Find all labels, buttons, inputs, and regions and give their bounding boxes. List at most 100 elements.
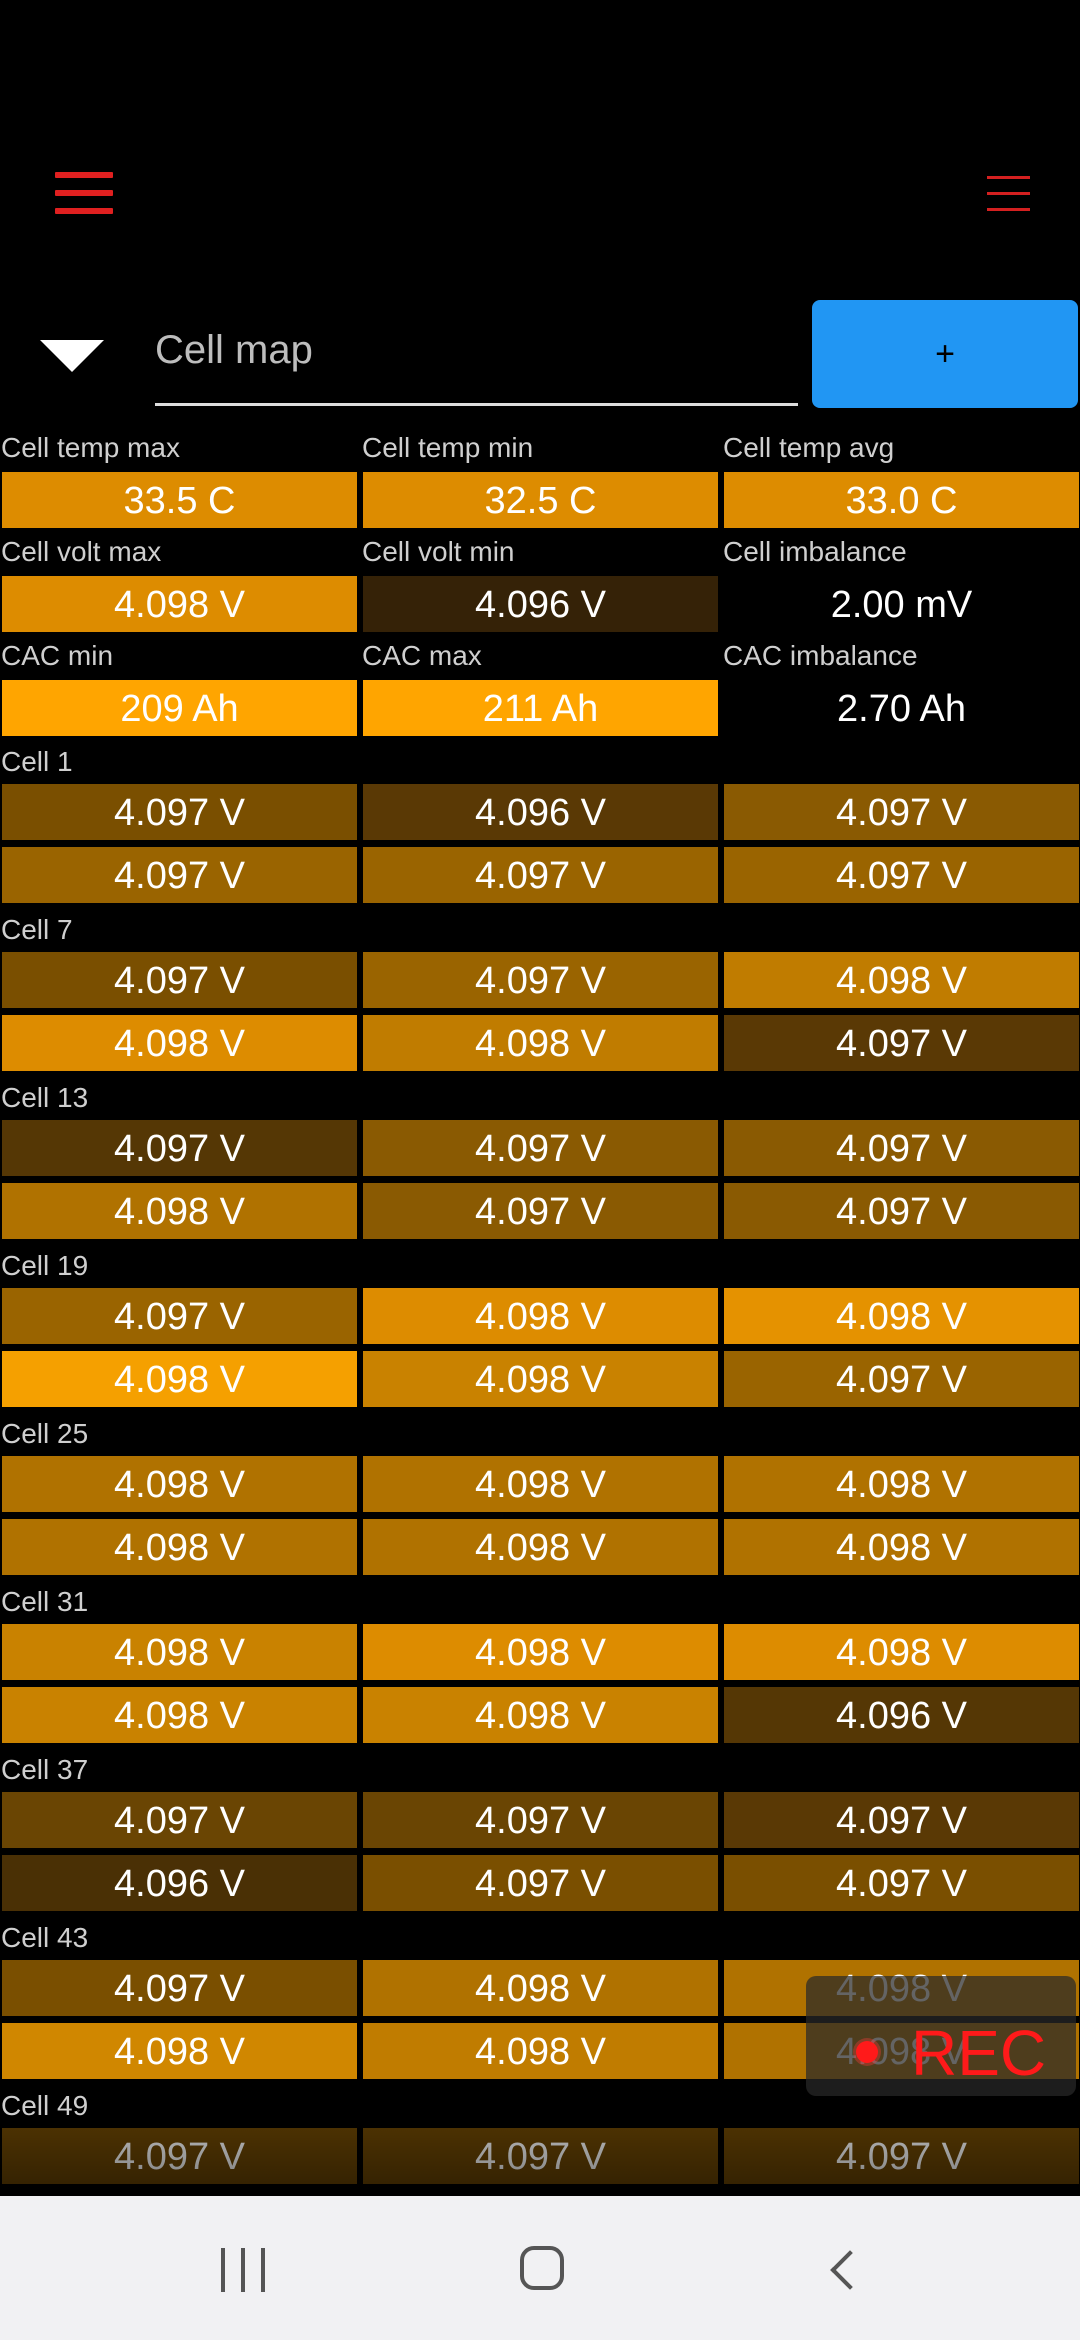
cell-group-label-text: Cell 13 [1, 1082, 89, 1113]
cell-voltage-row: 4.097 V 4.097 V 4.097 V [0, 1792, 1080, 1855]
cell-voltage: 4.098 V [724, 1519, 1079, 1575]
cell-voltage: 4.097 V [363, 1183, 718, 1239]
summary-value: 32.5 C [363, 472, 718, 528]
cell-voltage: 4.097 V [2, 2128, 357, 2184]
cell-voltage: 4.098 V [363, 1519, 718, 1575]
summary-label: CAC max [362, 640, 482, 671]
cell-group-label-text: Cell 19 [1, 1250, 89, 1281]
cell-voltage: 4.097 V [724, 1855, 1079, 1911]
cell-voltage: 4.097 V [363, 847, 718, 903]
summary-row: Cell temp max 33.5 C Cell temp min 32.5 C Ce… [0, 430, 1080, 534]
cell-map-grid: Cell temp max 33.5 C Cell temp min 32.5 C Ce… [0, 430, 1080, 2191]
cell-voltage: 4.097 V [724, 1120, 1079, 1176]
summary-label: Cell volt max [1, 536, 162, 567]
cell-voltage: 4.097 V [2, 1120, 357, 1176]
cell-map-input[interactable] [155, 310, 798, 390]
cell-voltage: 4.098 V [363, 1288, 718, 1344]
cell-voltage-row: 4.097 V 4.097 V 4.098 V [0, 952, 1080, 1015]
cell-group-label: Cell 13 [0, 1078, 1080, 1120]
cell-voltage: 4.098 V [724, 1456, 1079, 1512]
cell-voltage: 4.096 V [724, 1687, 1079, 1743]
cell-voltage: 4.098 V [724, 1624, 1079, 1680]
cell-group-label: Cell 31 [0, 1582, 1080, 1624]
summary-value: 33.0 C [724, 472, 1079, 528]
cell-map-field[interactable] [155, 300, 798, 406]
cell-group-label-text: Cell 25 [1, 1418, 89, 1449]
cell-voltage: 4.097 V [363, 1120, 718, 1176]
cell-voltage: 4.097 V [2, 784, 357, 840]
top-bar [0, 0, 1080, 290]
cell-voltage: 4.098 V [2, 1624, 357, 1680]
back-icon[interactable] [830, 2250, 870, 2290]
rec-badge[interactable]: REC [806, 1976, 1076, 2096]
overflow-menu-icon[interactable] [987, 176, 1030, 212]
system-nav-bar [0, 2196, 1080, 2340]
cell-group-label-text: Cell 1 [1, 746, 73, 777]
recent-apps-icon[interactable] [221, 2248, 267, 2292]
cell-group-label-text: Cell 31 [1, 1586, 89, 1617]
cell-voltage: 4.098 V [2, 1687, 357, 1743]
cell-voltage: 4.098 V [724, 952, 1079, 1008]
cell-voltage-row: 4.096 V 4.097 V 4.097 V [0, 1855, 1080, 1918]
cell-voltage: 4.098 V [363, 2023, 718, 2079]
summary-label: Cell temp max [1, 432, 180, 463]
cell-voltage: 4.097 V [2, 952, 357, 1008]
cell-group-label: Cell 43 [0, 1918, 1080, 1960]
cell-voltage: 4.097 V [2, 1792, 357, 1848]
summary-value: 33.5 C [2, 472, 357, 528]
cell-voltage-row: 4.097 V 4.097 V 4.097 V [0, 2128, 1080, 2191]
cell-voltage: 4.097 V [724, 1351, 1079, 1407]
cell-voltage-row: 4.098 V4.098 V4.098 V [0, 1519, 1080, 1582]
cell-voltage-row: 4.098 V 4.098 V 4.097 V [0, 1351, 1080, 1414]
cell-voltage: 4.097 V [724, 1183, 1079, 1239]
record-dot-icon [856, 2041, 878, 2063]
summary-label: Cell volt min [362, 536, 515, 567]
triangle-down-icon[interactable] [40, 340, 104, 372]
cell-voltage-row: 4.098 V4.098 V4.098 V [0, 1624, 1080, 1687]
cell-voltage: 4.097 V [724, 1792, 1079, 1848]
summary-value: 209 Ah [2, 680, 357, 736]
summary-value: 2.00 mV [724, 576, 1079, 632]
summary-label: Cell temp avg [723, 432, 895, 463]
cell-voltage: 4.097 V [363, 1855, 718, 1911]
cell-group-label-text: Cell 37 [1, 1754, 89, 1785]
cell-voltage-row: 4.097 V4.098 V4.098 V [0, 1288, 1080, 1351]
cell-voltage: 4.097 V [724, 1015, 1079, 1071]
cell-group-label-text: Cell 43 [1, 1922, 89, 1953]
cell-voltage: 4.097 V [2, 1960, 357, 2016]
cell-voltage: 4.097 V [724, 847, 1079, 903]
home-icon[interactable] [520, 2246, 564, 2290]
cell-voltage: 4.098 V [363, 1015, 718, 1071]
summary-value: 4.096 V [363, 576, 718, 632]
cell-voltage: 4.098 V [2, 1519, 357, 1575]
cell-voltage-row: 4.097 V 4.097 V 4.097 V [0, 847, 1080, 910]
summary-value: 211 Ah [363, 680, 718, 736]
summary-label: CAC min [1, 640, 114, 671]
summary-label: Cell temp min [362, 432, 534, 463]
summary-label: CAC imbalance [723, 640, 918, 671]
hamburger-menu-icon[interactable] [55, 172, 113, 214]
cell-voltage: 4.098 V [2, 2023, 357, 2079]
summary-value: 4.098 V [2, 576, 357, 632]
cell-voltage: 4.098 V [363, 1687, 718, 1743]
cell-voltage: 4.096 V [2, 1855, 357, 1911]
cell-voltage-row: 4.098 V 4.098 V 4.097 V [0, 1015, 1080, 1078]
cell-voltage: 4.098 V [363, 1351, 718, 1407]
cell-voltage: 4.097 V [2, 1288, 357, 1344]
cell-voltage: 4.098 V [363, 1624, 718, 1680]
cell-voltage: 4.098 V [724, 1288, 1079, 1344]
cell-group-label-text: Cell 7 [1, 914, 73, 945]
summary-row: Cell volt max 4.098 V Cell volt min 4.096 V… [0, 534, 1080, 638]
cell-voltage-row: 4.097 V 4.097 V 4.097 V [0, 1120, 1080, 1183]
cell-group-label: Cell 19 [0, 1246, 1080, 1288]
add-button[interactable]: + [812, 300, 1078, 408]
cell-group-label-text: Cell 49 [1, 2090, 89, 2121]
rec-label: REC [911, 2017, 1047, 2089]
cell-voltage: 4.098 V [363, 1456, 718, 1512]
cell-group-label: Cell 1 [0, 742, 1080, 784]
cell-group-label: Cell 37 [0, 1750, 1080, 1792]
cell-voltage: 4.096 V [363, 784, 718, 840]
cell-voltage-row: 4.098 V 4.097 V 4.097 V [0, 1183, 1080, 1246]
cell-voltage: 4.098 V [2, 1351, 357, 1407]
cell-voltage: 4.097 V [2, 847, 357, 903]
